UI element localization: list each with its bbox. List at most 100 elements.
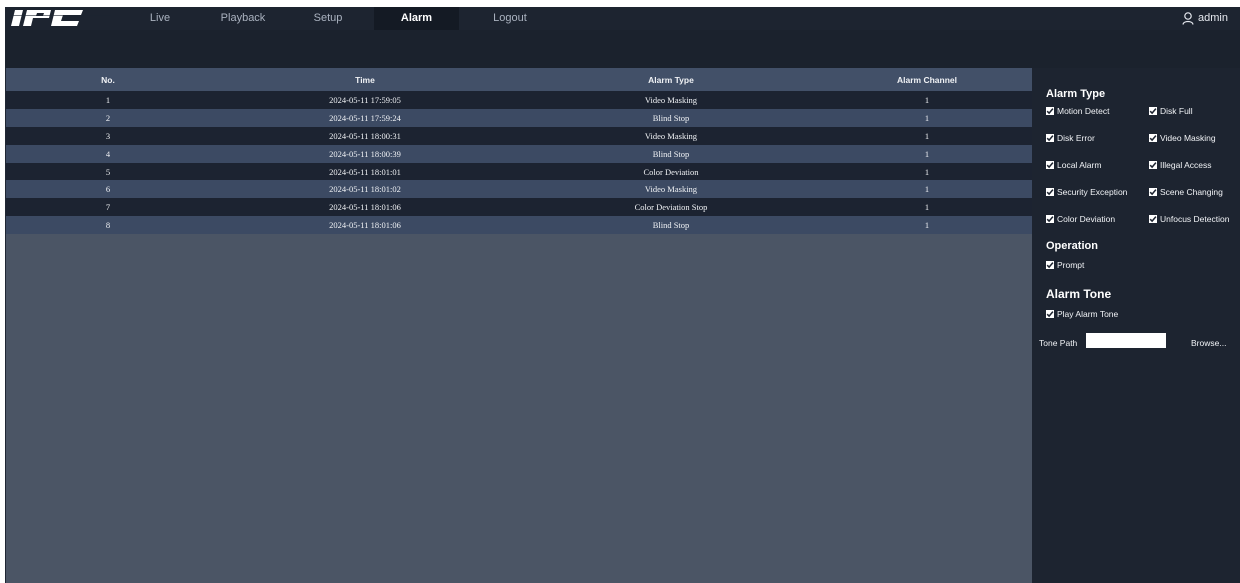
operation-title: Operation: [1046, 240, 1098, 252]
alarm-type-title: Alarm Type: [1046, 88, 1106, 100]
column-header-alarm-type: Alarm Type: [520, 68, 822, 91]
top-navigation-bar: Live Playback Setup Alarm Logout admin: [5, 7, 1240, 30]
table-row[interactable]: 2 2024-05-11 17:59:24 Blind Stop 1: [6, 108, 1032, 127]
alarm-settings-panel: Alarm Type Motion Detect Disk Full Disk …: [1032, 68, 1240, 583]
checkbox-label: Disk Full: [1160, 106, 1193, 116]
table-row[interactable]: 6 2024-05-11 18:01:02 Video Masking 1: [6, 180, 1032, 199]
tab-setup[interactable]: Setup: [306, 7, 350, 30]
table-row[interactable]: 7 2024-05-11 18:01:06 Color Deviation St…: [6, 198, 1032, 217]
table-row[interactable]: 5 2024-05-11 18:01:01 Color Deviation 1: [6, 162, 1032, 181]
user-name: admin: [1198, 12, 1228, 24]
user-icon: [1182, 12, 1194, 25]
cell-time: 2024-05-11 18:01:02: [210, 180, 520, 199]
alarm-list-panel: No. Time Alarm Type Alarm Channel 1 2024…: [6, 68, 1032, 583]
cell-time: 2024-05-11 17:59:24: [210, 108, 520, 127]
cell-no: 3: [6, 126, 210, 145]
cell-alarm-channel: 1: [822, 126, 1032, 145]
cell-alarm-channel: 1: [822, 216, 1032, 235]
column-header-no: No.: [6, 68, 210, 91]
checkbox-local-alarm[interactable]: Local Alarm: [1046, 160, 1101, 170]
table-row[interactable]: 3 2024-05-11 18:00:31 Video Masking 1: [6, 126, 1032, 145]
checkbox-checked-icon: [1149, 188, 1157, 196]
checkbox-checked-icon: [1149, 161, 1157, 169]
cell-time: 2024-05-11 18:00:31: [210, 126, 520, 145]
tab-live[interactable]: Live: [140, 7, 180, 30]
checkbox-checked-icon: [1046, 215, 1054, 223]
column-header-alarm-channel: Alarm Channel: [822, 68, 1032, 91]
checkbox-disk-full[interactable]: Disk Full: [1149, 106, 1193, 116]
ipc-logo: [11, 8, 111, 28]
cell-alarm-channel: 1: [822, 198, 1032, 217]
app-window: Live Playback Setup Alarm Logout admin N…: [5, 7, 1240, 583]
checkbox-label: Video Masking: [1160, 133, 1216, 143]
cell-no: 5: [6, 162, 210, 181]
checkbox-checked-icon: [1046, 261, 1054, 269]
checkbox-illegal-access[interactable]: Illegal Access: [1149, 160, 1212, 170]
checkbox-label: Motion Detect: [1057, 106, 1110, 116]
checkbox-label: Prompt: [1057, 260, 1085, 270]
checkbox-disk-error[interactable]: Disk Error: [1046, 133, 1095, 143]
tone-path-input[interactable]: [1086, 333, 1166, 348]
checkbox-motion-detect[interactable]: Motion Detect: [1046, 106, 1109, 116]
tone-path-label: Tone Path: [1039, 338, 1078, 348]
checkbox-checked-icon: [1046, 107, 1054, 115]
cell-time: 2024-05-11 18:00:39: [210, 144, 520, 163]
checkbox-prompt[interactable]: Prompt: [1046, 260, 1084, 270]
cell-alarm-channel: 1: [822, 180, 1032, 199]
table-row[interactable]: 1 2024-05-11 17:59:05 Video Masking 1: [6, 91, 1032, 109]
alarm-tone-title: Alarm Tone: [1046, 287, 1112, 301]
checkbox-video-masking[interactable]: Video Masking: [1149, 133, 1216, 143]
checkbox-label: Unfocus Detection: [1160, 214, 1230, 224]
checkbox-checked-icon: [1149, 107, 1157, 115]
checkbox-unfocus-detection[interactable]: Unfocus Detection: [1149, 214, 1229, 224]
cell-time: 2024-05-11 17:59:05: [210, 91, 520, 109]
checkbox-color-deviation[interactable]: Color Deviation: [1046, 214, 1115, 224]
table-row[interactable]: 4 2024-05-11 18:00:39 Blind Stop 1: [6, 144, 1032, 163]
cell-alarm-channel: 1: [822, 108, 1032, 127]
cell-time: 2024-05-11 18:01:06: [210, 216, 520, 235]
checkbox-label: Security Exception: [1057, 187, 1128, 197]
column-header-time: Time: [210, 68, 520, 91]
checkbox-checked-icon: [1046, 188, 1054, 196]
cell-alarm-type: Blind Stop: [520, 108, 822, 127]
checkbox-checked-icon: [1046, 161, 1054, 169]
user-menu[interactable]: admin: [1182, 7, 1228, 30]
browse-button[interactable]: Browse...: [1191, 338, 1226, 348]
table-row[interactable]: 8 2024-05-11 18:01:06 Blind Stop 1: [6, 216, 1032, 235]
checkbox-checked-icon: [1149, 134, 1157, 142]
cell-alarm-type: Video Masking: [520, 126, 822, 145]
cell-no: 7: [6, 198, 210, 217]
cell-alarm-type: Video Masking: [520, 180, 822, 199]
toolbar-strip: [5, 30, 1240, 68]
cell-time: 2024-05-11 18:01:06: [210, 198, 520, 217]
checkbox-security-exception[interactable]: Security Exception: [1046, 187, 1127, 197]
checkbox-label: Illegal Access: [1160, 160, 1212, 170]
checkbox-label: Play Alarm Tone: [1057, 309, 1119, 319]
cell-no: 4: [6, 144, 210, 163]
cell-no: 8: [6, 216, 210, 235]
checkbox-scene-changing[interactable]: Scene Changing: [1149, 187, 1223, 197]
alarm-table: No. Time Alarm Type Alarm Channel 1 2024…: [6, 68, 1032, 235]
checkbox-checked-icon: [1149, 215, 1157, 223]
cell-alarm-channel: 1: [822, 91, 1032, 109]
cell-no: 2: [6, 108, 210, 127]
tab-alarm[interactable]: Alarm: [374, 7, 459, 30]
checkbox-label: Scene Changing: [1160, 187, 1223, 197]
checkbox-checked-icon: [1046, 134, 1054, 142]
cell-alarm-type: Blind Stop: [520, 144, 822, 163]
cell-alarm-type: Color Deviation: [520, 162, 822, 181]
checkbox-label: Disk Error: [1057, 133, 1095, 143]
cell-alarm-channel: 1: [822, 162, 1032, 181]
tab-playback[interactable]: Playback: [215, 7, 271, 30]
table-header-row: No. Time Alarm Type Alarm Channel: [6, 68, 1032, 91]
cell-alarm-type: Color Deviation Stop: [520, 198, 822, 217]
cell-no: 6: [6, 180, 210, 199]
checkbox-play-alarm-tone[interactable]: Play Alarm Tone: [1046, 309, 1118, 319]
cell-no: 1: [6, 91, 210, 109]
checkbox-label: Local Alarm: [1057, 160, 1102, 170]
tab-logout[interactable]: Logout: [487, 7, 533, 30]
checkbox-checked-icon: [1046, 310, 1054, 318]
cell-time: 2024-05-11 18:01:01: [210, 162, 520, 181]
cell-alarm-channel: 1: [822, 144, 1032, 163]
cell-alarm-type: Video Masking: [520, 91, 822, 109]
